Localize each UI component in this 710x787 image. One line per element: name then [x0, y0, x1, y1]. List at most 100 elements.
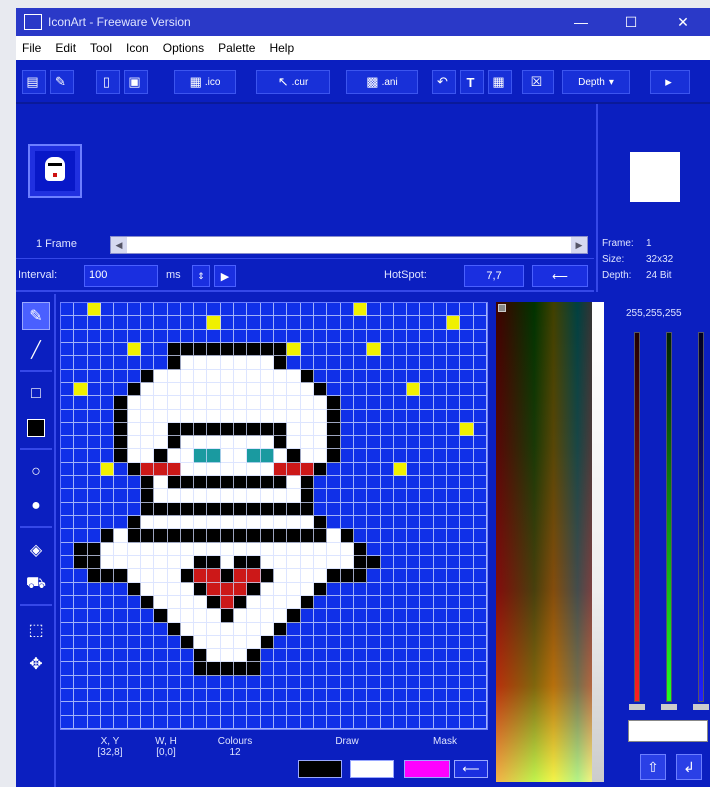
pixel-cell[interactable]	[74, 436, 88, 450]
pixel-cell[interactable]	[460, 382, 474, 397]
pixel-cell[interactable]	[154, 342, 168, 357]
pixel-cell[interactable]	[340, 689, 354, 703]
pixel-cell[interactable]	[207, 409, 221, 423]
pixel-cell[interactable]	[140, 476, 155, 490]
pixel-cell[interactable]	[473, 436, 487, 450]
pixel-cell[interactable]	[327, 436, 341, 450]
pixel-cell[interactable]	[300, 542, 314, 556]
pixel-cell[interactable]	[420, 489, 434, 503]
pixel-cell[interactable]	[433, 462, 448, 477]
pixel-cell[interactable]	[274, 555, 288, 570]
pixel-cell[interactable]	[433, 662, 448, 676]
pixel-cell[interactable]	[260, 542, 274, 556]
pixel-cell[interactable]	[327, 409, 341, 423]
pixel-cell[interactable]	[87, 516, 101, 530]
pixel-cell[interactable]	[234, 342, 248, 357]
pixel-cell[interactable]	[447, 649, 461, 663]
pixel-cell[interactable]	[127, 382, 141, 397]
pixel-cell[interactable]	[61, 422, 75, 437]
swap-colors-button[interactable]: ⟵	[454, 760, 488, 778]
pixel-cell[interactable]	[154, 622, 168, 636]
pixel-cell[interactable]	[287, 502, 301, 516]
pixel-cell[interactable]	[353, 569, 368, 583]
pixel-cell[interactable]	[380, 702, 394, 716]
pixel-cell[interactable]	[367, 702, 381, 716]
pixel-cell[interactable]	[207, 516, 221, 530]
pixel-cell[interactable]	[234, 595, 248, 610]
line-tool[interactable]: ╱	[22, 336, 50, 364]
pixel-cell[interactable]	[393, 569, 408, 583]
pixel-cell[interactable]	[327, 609, 341, 623]
pixel-cell[interactable]	[61, 649, 75, 663]
pixel-cell[interactable]	[327, 382, 341, 397]
pixel-cell[interactable]	[100, 316, 115, 330]
pixel-cell[interactable]	[207, 542, 221, 556]
apply-color-button[interactable]: ↲	[676, 754, 702, 780]
pixel-cell[interactable]	[247, 582, 261, 596]
pixel-cell[interactable]	[473, 462, 487, 477]
pixel-cell[interactable]	[194, 675, 208, 690]
pixel-cell[interactable]	[220, 649, 235, 663]
pixel-cell[interactable]	[100, 409, 115, 423]
pixel-cell[interactable]	[207, 529, 221, 543]
pixel-cell[interactable]	[460, 489, 474, 503]
cur-button[interactable]: ↖ .cur	[256, 70, 330, 94]
pixel-cell[interactable]	[260, 635, 274, 650]
pixel-cell[interactable]	[154, 356, 168, 370]
pixel-cell[interactable]	[247, 449, 261, 463]
pixel-cell[interactable]	[140, 595, 155, 610]
pixel-cell[interactable]	[207, 476, 221, 490]
pixel-cell[interactable]	[380, 356, 394, 370]
pixel-cell[interactable]	[460, 356, 474, 370]
pixel-cell[interactable]	[247, 409, 261, 423]
pixel-cell[interactable]	[287, 356, 301, 370]
pixel-cell[interactable]	[114, 609, 128, 623]
pixel-cell[interactable]	[393, 449, 408, 463]
pixel-cell[interactable]	[100, 356, 115, 370]
pixel-cell[interactable]	[234, 409, 248, 423]
pixel-cell[interactable]	[393, 436, 408, 450]
pixel-cell[interactable]	[353, 422, 368, 437]
gradient-marker[interactable]	[498, 304, 506, 312]
pixel-cell[interactable]	[420, 502, 434, 516]
pixel-cell[interactable]	[274, 382, 288, 397]
pixel-cell[interactable]	[420, 396, 434, 410]
pixel-cell[interactable]	[194, 715, 208, 729]
pixel-cell[interactable]	[473, 316, 487, 330]
pixel-cell[interactable]	[247, 516, 261, 530]
interval-spinner[interactable]: ⇕	[192, 265, 210, 287]
pixel-cell[interactable]	[87, 569, 101, 583]
pixel-cell[interactable]	[420, 582, 434, 596]
pixel-cell[interactable]	[340, 449, 354, 463]
pixel-cell[interactable]	[127, 595, 141, 610]
pixel-cell[interactable]	[300, 529, 314, 543]
pixel-cell[interactable]	[234, 396, 248, 410]
pixel-cell[interactable]	[247, 382, 261, 397]
pixel-cell[interactable]	[274, 622, 288, 636]
pixel-cell[interactable]	[300, 356, 314, 370]
pixel-cell[interactable]	[447, 609, 461, 623]
pixel-cell[interactable]	[247, 609, 261, 623]
move-tool[interactable]: ✥	[22, 650, 50, 678]
pixel-cell[interactable]	[234, 555, 248, 570]
pixel-cell[interactable]	[154, 409, 168, 423]
pixel-cell[interactable]	[194, 689, 208, 703]
pixel-cell[interactable]	[207, 422, 221, 437]
pixel-cell[interactable]	[127, 662, 141, 676]
pixel-cell[interactable]	[353, 622, 368, 636]
pixel-cell[interactable]	[194, 502, 208, 516]
pixel-cell[interactable]	[327, 715, 341, 729]
pixel-cell[interactable]	[74, 662, 88, 676]
pixel-cell[interactable]	[114, 369, 128, 383]
pixel-cell[interactable]	[407, 715, 421, 729]
pixel-cell[interactable]	[447, 516, 461, 530]
pixel-cell[interactable]	[353, 303, 368, 317]
pixel-cell[interactable]	[247, 462, 261, 477]
pixel-cell[interactable]	[380, 382, 394, 397]
pixel-cell[interactable]	[353, 529, 368, 543]
pixel-cell[interactable]	[473, 303, 487, 317]
pixel-cell[interactable]	[287, 462, 301, 477]
pixel-cell[interactable]	[353, 462, 368, 477]
pixel-cell[interactable]	[353, 635, 368, 650]
pixel-cell[interactable]	[313, 356, 328, 370]
